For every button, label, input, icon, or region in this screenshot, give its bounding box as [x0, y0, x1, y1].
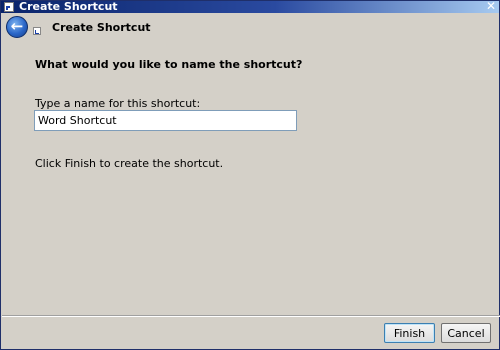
title-bar[interactable]: Create Shortcut ✕	[1, 0, 499, 13]
finish-button[interactable]: Finish	[384, 323, 435, 343]
cancel-button[interactable]: Cancel	[441, 323, 491, 343]
close-icon[interactable]: ✕	[486, 0, 496, 13]
back-button[interactable]: ←	[6, 16, 28, 38]
page-question: What would you like to name the shortcut…	[35, 58, 303, 71]
create-shortcut-window: Create Shortcut ✕ ← Create Shortcut What…	[0, 0, 500, 350]
shortcut-name-input[interactable]	[34, 110, 297, 131]
shortcut-icon	[4, 2, 14, 12]
shortcut-icon	[33, 27, 41, 35]
back-arrow-icon: ←	[10, 17, 24, 35]
footer-divider	[2, 315, 500, 317]
wizard-header: ← Create Shortcut	[2, 14, 500, 43]
finish-instruction: Click Finish to create the shortcut.	[35, 157, 224, 170]
wizard-title: Create Shortcut	[52, 21, 151, 34]
window-title: Create Shortcut	[19, 0, 118, 13]
name-field-label: Type a name for this shortcut:	[35, 97, 201, 110]
